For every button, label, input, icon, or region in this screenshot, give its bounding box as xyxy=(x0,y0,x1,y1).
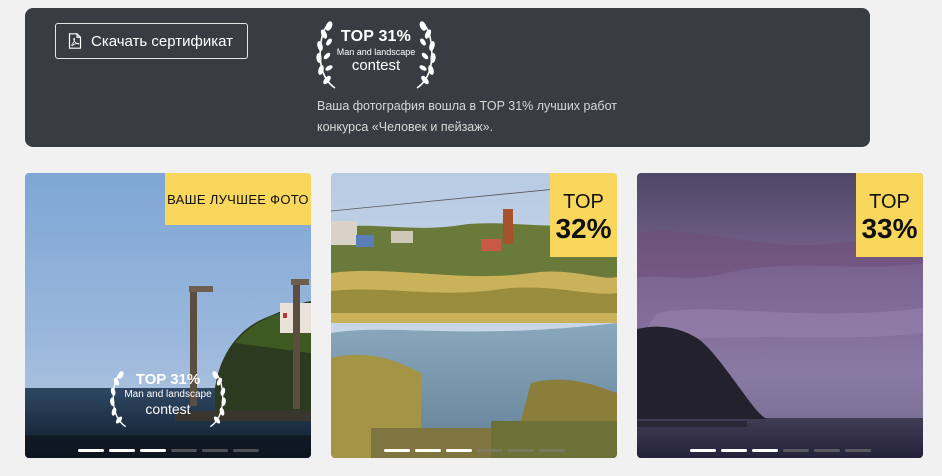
carousel-dot[interactable] xyxy=(383,449,410,452)
photo-card-top-33[interactable]: TOP 33% xyxy=(637,173,923,458)
award-top-label: TOP 31% xyxy=(340,28,412,45)
carousel-indicator xyxy=(25,449,311,452)
photo-card-top-32[interactable]: TOP 32% xyxy=(331,173,617,458)
carousel-dot[interactable] xyxy=(844,449,871,452)
carousel-dot[interactable] xyxy=(414,449,441,452)
rank-badge: TOP 33% xyxy=(856,173,923,257)
award-text: TOP 31% Man and landscape contest xyxy=(315,28,437,74)
certificate-banner: Скачать сертификат TOP 31% Man and lands… xyxy=(25,8,870,147)
carousel-dot[interactable] xyxy=(170,449,197,452)
carousel-dot[interactable] xyxy=(751,449,778,452)
photo-award-contest: contest xyxy=(145,401,191,417)
carousel-dot[interactable] xyxy=(77,449,104,452)
download-certificate-label: Скачать сертификат xyxy=(91,32,234,50)
best-photo-badge: ВАШЕ ЛУЧШЕЕ ФОТО xyxy=(165,173,311,225)
award-contest-label: contest xyxy=(351,57,401,74)
carousel-indicator xyxy=(331,449,617,452)
carousel-dot[interactable] xyxy=(507,449,534,452)
carousel-dot[interactable] xyxy=(720,449,747,452)
carousel-dot[interactable] xyxy=(813,449,840,452)
photo-award-top: TOP 31% xyxy=(135,371,201,388)
carousel-dot[interactable] xyxy=(689,449,716,452)
rank-badge-percent: 32% xyxy=(555,213,612,244)
carousel-dot[interactable] xyxy=(782,449,809,452)
carousel-dot[interactable] xyxy=(108,449,135,452)
rank-badge-top: TOP xyxy=(869,191,910,213)
award-emblem: TOP 31% Man and landscape contest xyxy=(315,20,437,92)
photo-award-emblem: TOP 31% Man and landscape contest xyxy=(109,367,227,433)
carousel-indicator xyxy=(637,449,923,452)
rank-badge-percent: 33% xyxy=(861,213,918,244)
carousel-dot[interactable] xyxy=(232,449,259,452)
rank-badge: TOP 32% xyxy=(550,173,617,257)
photo-award-subtitle: Man and landscape xyxy=(124,389,212,400)
carousel-dot[interactable] xyxy=(476,449,503,452)
photo-card-best[interactable]: ВАШЕ ЛУЧШЕЕ ФОТО TOP 31% Man and landsca… xyxy=(25,173,311,458)
carousel-dot[interactable] xyxy=(445,449,472,452)
photo-award-text: TOP 31% Man and landscape contest xyxy=(109,371,227,417)
banner-description: Ваша фотография вошла в TOP 31% лучших р… xyxy=(317,99,617,134)
rank-badge-top: TOP xyxy=(563,191,604,213)
download-certificate-button[interactable]: Скачать сертификат xyxy=(55,23,248,59)
carousel-dot[interactable] xyxy=(538,449,565,452)
pdf-file-icon xyxy=(68,33,82,49)
carousel-dot[interactable] xyxy=(139,449,166,452)
carousel-dot[interactable] xyxy=(201,449,228,452)
